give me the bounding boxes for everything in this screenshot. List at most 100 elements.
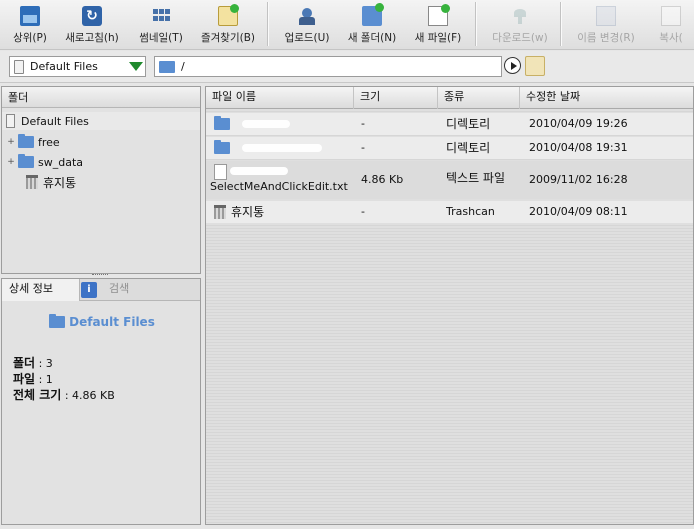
file-modified: 2010/04/08 19:31: [529, 141, 628, 154]
new-file-button[interactable]: 새 파일(F): [410, 2, 466, 46]
redacted-name: [242, 144, 322, 152]
column-kind[interactable]: 종류: [438, 87, 520, 109]
tree-item-trash[interactable]: 휴지통: [24, 173, 76, 191]
stat-size-label: 전체 크기: [13, 388, 62, 402]
thumbnail-button-label: 썸네일(T): [139, 32, 183, 44]
go-button[interactable]: [504, 57, 521, 74]
folder-icon: [49, 314, 66, 328]
file-modified: 2010/04/09 08:11: [529, 205, 628, 218]
folder-panel-title: 폴더: [2, 87, 200, 108]
trash-icon: [214, 205, 226, 219]
refresh-icon: [82, 6, 102, 26]
up-button[interactable]: 상위(P): [8, 2, 52, 46]
file-kind: Trashcan: [446, 205, 495, 218]
column-name[interactable]: 파일 이름: [206, 87, 354, 109]
upload-button-label: 업로드(U): [284, 32, 330, 44]
panel-splitter[interactable]: [92, 274, 108, 277]
stat-files-label: 파일: [13, 372, 36, 386]
file-list: 파일 이름 크기 종류 수정한 날짜 - 디렉토리 2010/04/09 19:…: [205, 86, 694, 525]
folder-icon: [214, 116, 230, 130]
favorites-button[interactable]: 즐겨찾기(B): [196, 2, 260, 46]
folder-icon: [18, 154, 34, 168]
copy-button-label: 복사(: [659, 32, 683, 44]
download-icon: [510, 6, 530, 26]
details-panel: 상세 정보 i 검색 Default Files 폴더 : 3 파일 : 1 전…: [1, 278, 201, 525]
redacted-name: [230, 167, 288, 175]
rename-button-label: 이름 변경(R): [577, 32, 635, 44]
upload-icon: [297, 6, 317, 26]
refresh-button[interactable]: 새로고침(h): [60, 2, 124, 46]
table-row[interactable]: - 디렉토리 2010/04/08 19:31: [206, 137, 693, 159]
stat-files: 파일 : 1: [13, 371, 200, 387]
toolbar-separator: [267, 2, 268, 46]
chevron-down-icon[interactable]: [126, 57, 145, 76]
folder-up-icon: [20, 6, 40, 26]
path-input-value: /: [181, 60, 185, 73]
details-tab-strip: 상세 정보 i 검색: [2, 279, 200, 301]
rename-icon: [596, 6, 616, 26]
new-folder-icon: [362, 3, 384, 26]
new-file-button-label: 새 파일(F): [414, 32, 462, 44]
drive-icon: [14, 59, 24, 74]
table-row[interactable]: SelectMeAndClickEdit.txt 4.86 Kb 텍스트 파일 …: [206, 161, 693, 199]
column-size[interactable]: 크기: [354, 87, 438, 109]
table-row[interactable]: 휴지통 - Trashcan 2010/04/09 08:11: [206, 201, 693, 223]
drive-icon: [6, 114, 15, 128]
stat-size-value: : 4.86 KB: [64, 389, 115, 402]
tree-item-free[interactable]: + free: [6, 133, 60, 151]
toolbar-separator: [560, 2, 561, 46]
toolbar: 상위(P) 새로고침(h) 썸네일(T) 즐겨찾기(B) 업로드(U) 새 폴더…: [0, 0, 694, 50]
rename-button[interactable]: 이름 변경(R): [572, 2, 640, 46]
thumbnail-icon: [151, 6, 171, 26]
tree-item-label: sw_data: [38, 155, 84, 169]
upload-button[interactable]: 업로드(U): [280, 2, 334, 46]
copy-icon: [661, 6, 681, 26]
new-folder-button[interactable]: 새 폴더(N): [344, 2, 400, 46]
file-size: 4.86 Kb: [361, 173, 404, 186]
tree-item-label: 휴지통: [43, 175, 77, 190]
copy-button[interactable]: 복사(: [648, 2, 694, 46]
column-modified[interactable]: 수정한 날짜: [520, 87, 693, 109]
trash-icon: [26, 175, 38, 189]
folder-panel: 폴더 Default Files + free + sw_data 휴지통: [1, 86, 201, 274]
folder-icon: [159, 60, 175, 73]
tree-root[interactable]: Default Files: [2, 112, 200, 130]
thumbnail-button[interactable]: 썸네일(T): [134, 2, 188, 46]
file-modified: 2010/04/09 19:26: [529, 117, 628, 130]
file-kind: 디렉토리: [446, 117, 491, 131]
tab-search[interactable]: 검색: [102, 279, 136, 301]
stat-folders: 폴더 : 3: [13, 355, 200, 371]
bookmark-button[interactable]: [525, 56, 545, 76]
file-name-cell: [212, 113, 352, 135]
file-kind: 디렉토리: [446, 141, 491, 155]
folder-icon: [214, 140, 230, 154]
info-icon[interactable]: i: [81, 282, 97, 298]
drive-select[interactable]: Default Files: [9, 56, 146, 77]
details-folder-title: Default Files: [2, 314, 200, 329]
expand-icon[interactable]: +: [6, 137, 16, 147]
new-folder-button-label: 새 폴더(N): [347, 32, 397, 44]
file-modified: 2009/11/02 16:28: [529, 173, 628, 186]
stat-size: 전체 크기 : 4.86 KB: [13, 387, 200, 403]
stat-folders-value: : 3: [38, 357, 53, 370]
details-stats: 폴더 : 3 파일 : 1 전체 크기 : 4.86 KB: [2, 355, 200, 403]
redacted-name: [242, 120, 290, 128]
refresh-button-label: 새로고침(h): [65, 32, 119, 44]
address-bar: Default Files /: [0, 51, 694, 83]
toolbar-separator: [475, 2, 476, 46]
stat-files-value: : 1: [38, 373, 53, 386]
tree-item-sw-data[interactable]: + sw_data: [6, 153, 83, 171]
table-row[interactable]: - 디렉토리 2010/04/09 19:26: [206, 113, 693, 135]
download-button[interactable]: 다운로드(w): [488, 2, 552, 46]
file-name-cell: 휴지통: [212, 201, 352, 223]
tab-details[interactable]: 상세 정보: [2, 279, 80, 301]
file-kind: 텍스트 파일: [446, 171, 506, 185]
file-name: SelectMeAndClickEdit.txt: [210, 180, 348, 193]
up-button-label: 상위(P): [13, 32, 47, 44]
folder-icon: [18, 134, 34, 148]
expand-icon[interactable]: +: [6, 157, 16, 167]
path-input[interactable]: /: [154, 56, 502, 77]
download-button-label: 다운로드(w): [492, 32, 548, 44]
drive-select-value: Default Files: [30, 60, 98, 73]
file-list-header: 파일 이름 크기 종류 수정한 날짜: [206, 87, 693, 109]
